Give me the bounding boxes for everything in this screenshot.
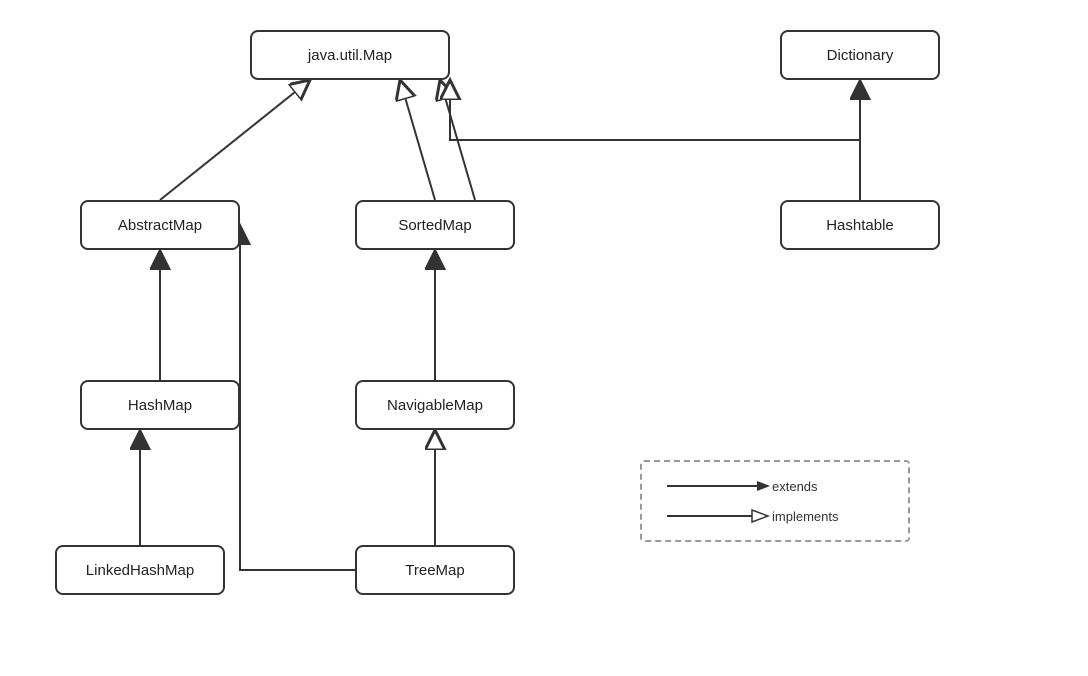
legend-implements-row: implements	[662, 506, 888, 526]
box-abstract-map: AbstractMap	[80, 200, 240, 250]
legend-extends-row: extends	[662, 476, 888, 496]
box-sorted-map: SortedMap	[355, 200, 515, 250]
box-navigable-map: NavigableMap	[355, 380, 515, 430]
diagram-container: java.util.Map Dictionary AbstractMap Sor…	[0, 0, 1088, 676]
box-java-util-map: java.util.Map	[250, 30, 450, 80]
extends-label: extends	[772, 479, 818, 494]
box-dictionary: Dictionary	[780, 30, 940, 80]
implements-label: implements	[772, 509, 838, 524]
legend-box: extends implements	[640, 460, 910, 542]
box-linked-hash-map: LinkedHashMap	[55, 545, 225, 595]
implements-arrow-icon	[662, 506, 772, 526]
extends-arrow-icon	[662, 476, 772, 496]
box-hashtable: Hashtable	[780, 200, 940, 250]
box-hash-map: HashMap	[80, 380, 240, 430]
box-tree-map: TreeMap	[355, 545, 515, 595]
